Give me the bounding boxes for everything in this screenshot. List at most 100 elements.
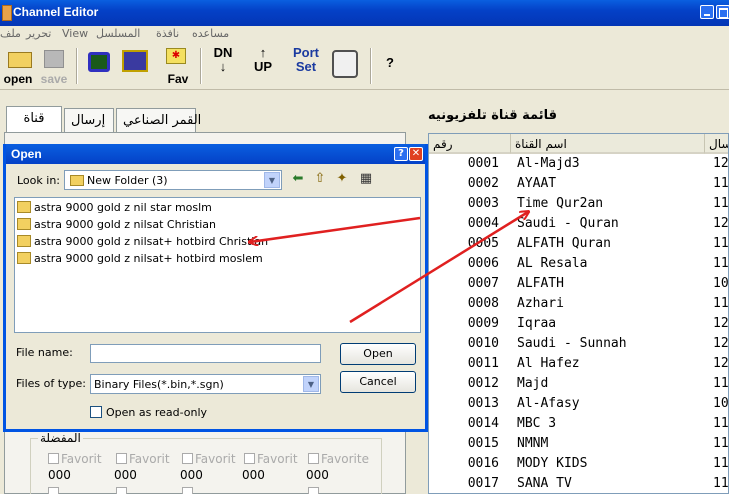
folder-icon (17, 252, 31, 264)
favorite-value: 000 (48, 468, 71, 482)
dialog-title: Open (11, 147, 42, 161)
table-row[interactable]: 0012 Majd 119 (429, 374, 728, 394)
look-in-dropdown[interactable]: New Folder (3) ▼ (64, 170, 282, 190)
favorite-checkbox[interactable]: Favorit (116, 452, 170, 466)
list-item[interactable]: astra 9000 gold z nilsat Christian (17, 218, 216, 235)
back-arrow-icon[interactable]: ⬅ (290, 172, 306, 188)
channel-number: 0013 (467, 396, 499, 411)
table-row[interactable]: 0006 AL Resala 112 (429, 254, 729, 274)
files-of-type-dropdown[interactable]: Binary Files(*.bin,*.sgn) ▼ (90, 374, 321, 394)
menu-view[interactable]: View (62, 27, 88, 40)
move-down-button[interactable]: DN ↓ (208, 46, 238, 86)
channel-number: 0011 (467, 356, 499, 371)
view-menu-icon[interactable]: ▦ (358, 172, 374, 188)
column-header-transponder[interactable]: إرسال (705, 134, 728, 154)
table-row[interactable]: 0002 AYAAT 113 (429, 174, 729, 194)
satellite-button[interactable] (120, 46, 154, 86)
favorite-checkbox[interactable] (308, 486, 321, 494)
channel-transponder: 113 (713, 176, 729, 191)
column-header-number[interactable]: رقم (429, 134, 511, 154)
table-row[interactable]: 0009 Iqraa 120 (429, 314, 729, 334)
minimize-button[interactable] (700, 5, 714, 19)
menu-file[interactable]: ملف (0, 27, 21, 40)
move-up-button[interactable]: ↑ UP (248, 46, 278, 86)
cancel-button[interactable]: Cancel (340, 371, 416, 393)
table-row[interactable]: 0016 MODY KIDS 113 (429, 454, 729, 474)
channel-name: AL Resala (517, 256, 588, 271)
channel-transponder: 119 (713, 416, 729, 431)
channel-name: Al-Majd3 (517, 156, 580, 171)
table-row[interactable]: 0015 NMNM 119 (429, 434, 728, 454)
channel-number: 0008 (467, 296, 499, 311)
favorite-checkbox[interactable]: Favorit (182, 452, 236, 466)
window-title: Channel Editor (13, 5, 99, 19)
print-button[interactable] (330, 46, 362, 86)
open-button[interactable]: Open (340, 343, 416, 365)
favorite-checkbox[interactable] (116, 486, 129, 494)
new-folder-icon[interactable]: ✦ (334, 172, 350, 188)
tv-button[interactable] (84, 46, 116, 86)
channel-name: Iqraa (517, 316, 557, 331)
channel-transponder: 112 (713, 256, 729, 271)
table-row[interactable]: 0013 Al-Afasy 107 (429, 394, 728, 414)
table-row[interactable]: 0005 ALFATH Quran 119 (429, 234, 728, 254)
title-bar: Channel Editor (0, 0, 729, 26)
table-row[interactable]: 0004 Saudi - Quran 12 (429, 214, 728, 234)
menu-edit[interactable]: تحرير (26, 27, 51, 40)
open-button[interactable]: open (0, 46, 36, 86)
file-list[interactable]: astra 9000 gold z nil star moslm astra 90… (14, 197, 421, 333)
file-name-label: File name: (16, 346, 73, 359)
port-set-button[interactable]: Port Set (288, 46, 324, 86)
channel-number: 0012 (467, 376, 499, 391)
channel-transponder: 116 (713, 196, 729, 211)
channel-number: 0009 (467, 316, 499, 331)
channel-name: ALFATH (517, 276, 564, 291)
channel-number: 0017 (467, 476, 499, 491)
file-name-input[interactable] (90, 344, 321, 363)
channel-transponder: 107 (713, 276, 729, 291)
list-item[interactable]: astra 9000 gold z nilsat+ hotbird moslem (17, 252, 263, 269)
fav-button[interactable]: ✱ Fav (164, 46, 192, 86)
list-item[interactable]: astra 9000 gold z nil star moslm (17, 201, 212, 218)
tab-satellite[interactable]: القمر الصناعي (116, 108, 201, 132)
favorite-checkbox[interactable]: Favorit (48, 452, 102, 466)
table-row[interactable]: 0010 Saudi - Sunnah 12 (429, 334, 728, 354)
arrow-up-icon: ↑ (259, 45, 267, 60)
table-row[interactable]: 0007 ALFATH 107 (429, 274, 729, 294)
favorite-checkbox[interactable]: Favorite (308, 452, 369, 466)
column-header-name[interactable]: اسم القناة (511, 134, 705, 154)
menu-help[interactable]: مساعده (192, 27, 229, 40)
channel-name: Saudi - Quran (517, 216, 619, 231)
table-row[interactable]: 0014 MBC 3 119 (429, 414, 729, 434)
favorite-checkbox[interactable] (182, 486, 195, 494)
save-button[interactable]: save (36, 46, 72, 86)
table-row[interactable]: 0003 Time Qur2an 116 (429, 194, 729, 214)
menu-serial[interactable]: المسلسل (96, 27, 140, 40)
list-item[interactable]: astra 9000 gold z nilsat+ hotbird Christ… (17, 235, 268, 252)
channel-number: 0006 (467, 256, 499, 271)
table-row[interactable]: 0011 Al Hafez 123 (429, 354, 728, 374)
channel-transponder: 113 (713, 456, 729, 471)
menu-window[interactable]: نافذة (156, 27, 179, 40)
channel-list-header: رقم اسم القناة إرسال (429, 134, 728, 154)
help-button[interactable]: ? (378, 46, 402, 86)
tab-transponder[interactable]: إرسال (64, 108, 114, 132)
folder-icon (8, 52, 32, 68)
channel-transponder: 120 (713, 316, 729, 331)
channel-name: Al Hafez (517, 356, 580, 371)
table-row[interactable]: 0008 Azhari 114 (429, 294, 728, 314)
up-folder-icon[interactable]: ⇧ (312, 172, 328, 188)
read-only-checkbox[interactable]: Open as read-only (90, 406, 207, 419)
dialog-close-button[interactable]: ✕ (409, 147, 423, 161)
channel-transponder: 116 (713, 476, 729, 491)
maximize-button[interactable] (716, 5, 729, 19)
table-row[interactable]: 0017 SANA TV 116 (429, 474, 729, 493)
tab-channel[interactable]: قناة (6, 106, 62, 132)
channel-list[interactable]: رقم اسم القناة إرسال 0001 Al-Majd3 120 0002… (428, 133, 729, 494)
channel-name: ALFATH Quran (517, 236, 611, 251)
satellite-icon (122, 50, 148, 72)
favorite-checkbox[interactable]: Favorit (244, 452, 298, 466)
favorite-checkbox[interactable] (48, 486, 61, 494)
table-row[interactable]: 0001 Al-Majd3 120 (429, 154, 728, 174)
dialog-help-button[interactable]: ? (394, 147, 408, 161)
